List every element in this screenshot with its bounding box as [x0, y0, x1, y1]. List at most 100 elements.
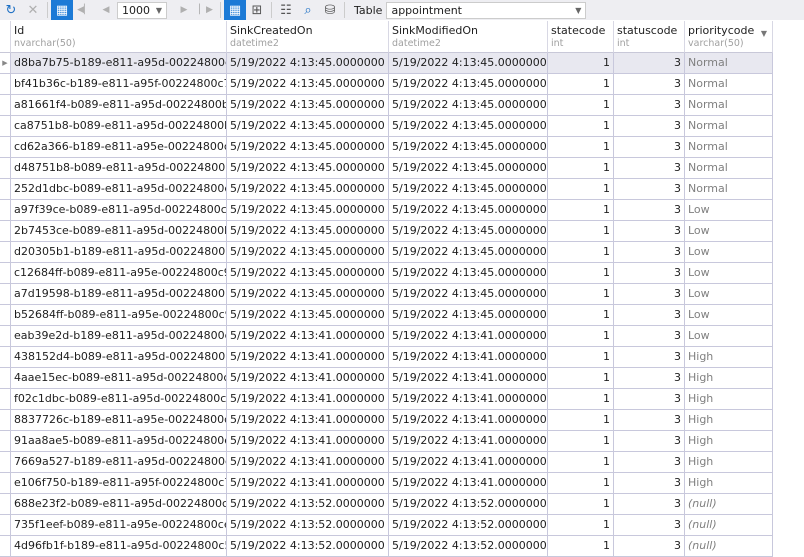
cell-sink-modified-on[interactable]: 5/19/2022 4:13:41.0000000 PM [389, 473, 548, 494]
cell-statecode[interactable]: 1 [548, 221, 614, 242]
cell-sink-modified-on[interactable]: 5/19/2022 4:13:45.0000000 PM [389, 158, 548, 179]
cell-statuscode[interactable]: 3 [614, 473, 685, 494]
cancel-icon[interactable]: ✕ [22, 0, 44, 20]
cell-sink-modified-on[interactable]: 5/19/2022 4:13:41.0000000 PM [389, 410, 548, 431]
cell-sink-created-on[interactable]: 5/19/2022 4:13:41.0000000 PM [227, 410, 389, 431]
cell-id[interactable]: f02c1dbc-b089-e811-a95d-00224800c5df [11, 389, 227, 410]
cell-statuscode[interactable]: 3 [614, 95, 685, 116]
cell-id[interactable]: d8ba7b75-b189-e811-a95d-00224800cf35 [11, 53, 227, 74]
cell-id[interactable]: ca8751b8-b089-e811-a95d-00224800bb9b [11, 116, 227, 137]
cell-statuscode[interactable]: 3 [614, 179, 685, 200]
cell-statecode[interactable]: 1 [548, 263, 614, 284]
row-selector[interactable] [0, 116, 11, 137]
cell-sink-created-on[interactable]: 5/19/2022 4:13:45.0000000 PM [227, 263, 389, 284]
cell-sink-modified-on[interactable]: 5/19/2022 4:13:41.0000000 PM [389, 431, 548, 452]
row-selector[interactable] [0, 536, 11, 557]
cell-sink-modified-on[interactable]: 5/19/2022 4:13:45.0000000 PM [389, 74, 548, 95]
cell-id[interactable]: eab39e2d-b189-e811-a95d-00224800c5df [11, 326, 227, 347]
cell-sink-created-on[interactable]: 5/19/2022 4:13:52.0000000 PM [227, 515, 389, 536]
cell-statuscode[interactable]: 3 [614, 53, 685, 74]
cell-id[interactable]: b52684ff-b089-e811-a95e-00224800c940 [11, 305, 227, 326]
cell-statecode[interactable]: 1 [548, 284, 614, 305]
cell-sink-created-on[interactable]: 5/19/2022 4:13:45.0000000 PM [227, 53, 389, 74]
cell-sink-modified-on[interactable]: 5/19/2022 4:13:52.0000000 PM [389, 515, 548, 536]
cell-statecode[interactable]: 1 [548, 368, 614, 389]
cell-prioritycode[interactable]: Normal [685, 53, 773, 74]
row-selector[interactable] [0, 158, 11, 179]
row-selector[interactable] [0, 179, 11, 200]
table-select[interactable]: appointment ▼ [386, 1, 587, 19]
cell-statuscode[interactable]: 3 [614, 431, 685, 452]
cell-statecode[interactable]: 1 [548, 242, 614, 263]
cell-statecode[interactable]: 1 [548, 137, 614, 158]
cell-id[interactable]: 4d96fb1f-b189-e811-a95d-00224800c5df [11, 536, 227, 557]
column-header-id[interactable]: Id nvarchar(50) [11, 21, 227, 53]
cell-sink-created-on[interactable]: 5/19/2022 4:13:45.0000000 PM [227, 179, 389, 200]
cell-sink-created-on[interactable]: 5/19/2022 4:13:45.0000000 PM [227, 74, 389, 95]
row-selector[interactable] [0, 242, 11, 263]
prev-page-icon[interactable]: ◀ [95, 0, 117, 20]
cell-statecode[interactable]: 1 [548, 74, 614, 95]
cell-statecode[interactable]: 1 [548, 431, 614, 452]
cell-sink-modified-on[interactable]: 5/19/2022 4:13:45.0000000 PM [389, 221, 548, 242]
next-page-icon[interactable]: ▶ [173, 0, 195, 20]
cell-sink-modified-on[interactable]: 5/19/2022 4:13:45.0000000 PM [389, 179, 548, 200]
cell-statecode[interactable]: 1 [548, 515, 614, 536]
cell-sink-created-on[interactable]: 5/19/2022 4:13:45.0000000 PM [227, 242, 389, 263]
cell-statecode[interactable]: 1 [548, 473, 614, 494]
cell-sink-modified-on[interactable]: 5/19/2022 4:13:45.0000000 PM [389, 263, 548, 284]
cell-sink-modified-on[interactable]: 5/19/2022 4:13:41.0000000 PM [389, 452, 548, 473]
cell-prioritycode[interactable]: High [685, 431, 773, 452]
cell-sink-modified-on[interactable]: 5/19/2022 4:13:45.0000000 PM [389, 53, 548, 74]
cell-prioritycode[interactable]: Low [685, 326, 773, 347]
cell-sink-created-on[interactable]: 5/19/2022 4:13:52.0000000 PM [227, 494, 389, 515]
row-selector[interactable] [0, 284, 11, 305]
cell-prioritycode[interactable]: High [685, 389, 773, 410]
cell-id[interactable]: 2b7453ce-b089-e811-a95d-00224800bb9b [11, 221, 227, 242]
cell-statecode[interactable]: 1 [548, 326, 614, 347]
cell-sink-created-on[interactable]: 5/19/2022 4:13:45.0000000 PM [227, 284, 389, 305]
cell-sink-modified-on[interactable]: 5/19/2022 4:13:45.0000000 PM [389, 242, 548, 263]
cell-statecode[interactable]: 1 [548, 389, 614, 410]
cell-id[interactable]: 252d1dbc-b089-e811-a95d-00224800c5df [11, 179, 227, 200]
cell-id[interactable]: e106f750-b189-e811-a95f-00224800c719 [11, 473, 227, 494]
row-selector[interactable] [0, 305, 11, 326]
database-icon[interactable]: ⛁ [319, 0, 341, 20]
cell-sink-created-on[interactable]: 5/19/2022 4:13:45.0000000 PM [227, 305, 389, 326]
cell-sink-created-on[interactable]: 5/19/2022 4:13:41.0000000 PM [227, 368, 389, 389]
cell-sink-created-on[interactable]: 5/19/2022 4:13:45.0000000 PM [227, 158, 389, 179]
column-header-statecode[interactable]: statecode int [548, 21, 614, 53]
column-header-prioritycode[interactable]: prioritycode varchar(50) ▼ [685, 21, 773, 53]
cell-prioritycode[interactable]: Normal [685, 95, 773, 116]
cell-id[interactable]: 91aa8ae5-b089-e811-a95d-00224800cf35 [11, 431, 227, 452]
cell-prioritycode[interactable]: Low [685, 263, 773, 284]
cell-id[interactable]: a7d19598-b189-e811-a95d-00224800bb9b [11, 284, 227, 305]
row-selector[interactable] [0, 200, 11, 221]
columns-icon[interactable]: ☷ [275, 0, 297, 20]
cell-statecode[interactable]: 1 [548, 158, 614, 179]
cell-prioritycode[interactable]: Low [685, 200, 773, 221]
cell-prioritycode[interactable]: Normal [685, 158, 773, 179]
cell-sink-created-on[interactable]: 5/19/2022 4:13:41.0000000 PM [227, 452, 389, 473]
cell-sink-created-on[interactable]: 5/19/2022 4:13:41.0000000 PM [227, 473, 389, 494]
cell-sink-created-on[interactable]: 5/19/2022 4:13:45.0000000 PM [227, 116, 389, 137]
cell-sink-modified-on[interactable]: 5/19/2022 4:13:52.0000000 PM [389, 494, 548, 515]
cell-statuscode[interactable]: 3 [614, 389, 685, 410]
cell-id[interactable]: c12684ff-b089-e811-a95e-00224800c940 [11, 263, 227, 284]
cell-statecode[interactable]: 1 [548, 347, 614, 368]
cell-statecode[interactable]: 1 [548, 53, 614, 74]
row-selector[interactable] [0, 452, 11, 473]
page-size-select[interactable]: 1000 ▼ [117, 1, 167, 19]
cell-prioritycode[interactable]: Low [685, 242, 773, 263]
cell-sink-modified-on[interactable]: 5/19/2022 4:13:41.0000000 PM [389, 347, 548, 368]
cell-prioritycode[interactable]: High [685, 368, 773, 389]
cell-id[interactable]: 4aae15ec-b089-e811-a95d-00224800cf35 [11, 368, 227, 389]
row-selector[interactable] [0, 431, 11, 452]
row-selector[interactable] [0, 221, 11, 242]
row-selector[interactable] [0, 515, 11, 536]
column-header-sink-created-on[interactable]: SinkCreatedOn datetime2 [227, 21, 389, 53]
cell-sink-created-on[interactable]: 5/19/2022 4:13:45.0000000 PM [227, 221, 389, 242]
cell-statuscode[interactable]: 3 [614, 200, 685, 221]
cell-statuscode[interactable]: 3 [614, 347, 685, 368]
cell-sink-modified-on[interactable]: 5/19/2022 4:13:41.0000000 PM [389, 326, 548, 347]
